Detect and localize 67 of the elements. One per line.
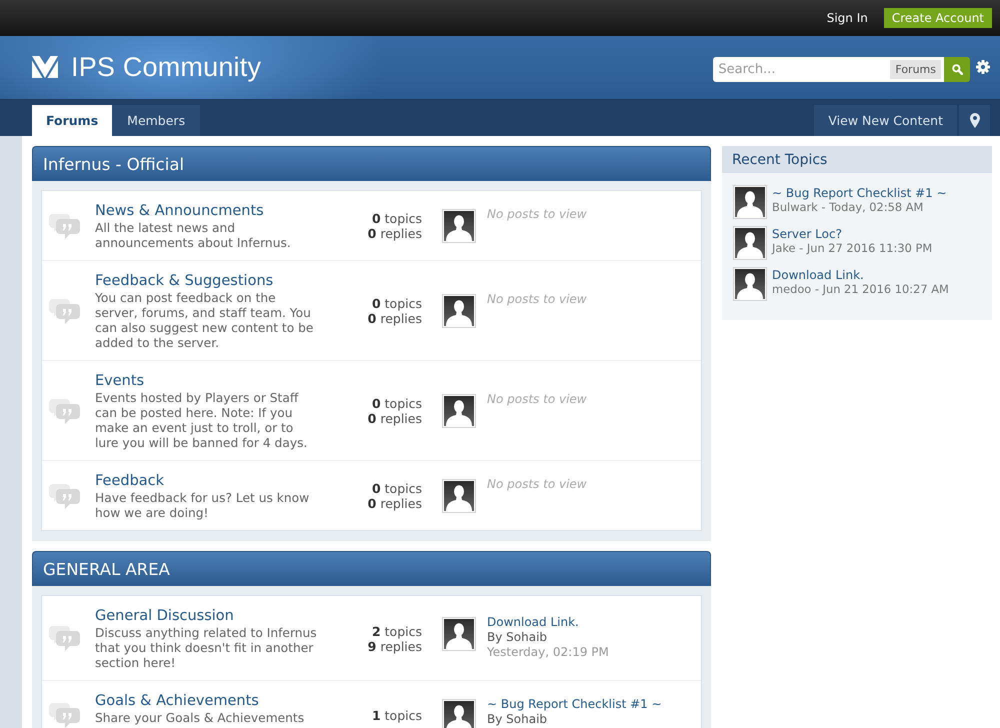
reply-count: 0 replies	[368, 311, 422, 326]
user-silhouette-icon	[442, 209, 476, 243]
reply-count: 0 replies	[368, 496, 422, 511]
speech-bubbles-icon	[49, 298, 80, 324]
last-post-time: Yesterday, 02:19 PM	[487, 645, 609, 660]
forum-description: Discuss anything related to Infernus that you think doesn't fit in another section here!	[95, 626, 317, 671]
settings-icon[interactable]	[976, 60, 990, 74]
topic-count: 0 topics	[372, 481, 422, 496]
topic-link[interactable]: Download Link.	[772, 268, 864, 282]
forum-title[interactable]: General Discussion	[95, 606, 234, 626]
forum-description: Have feedback for us? Let us know how we are doing!	[95, 491, 310, 521]
search-field[interactable]: Search...	[713, 56, 890, 82]
search-icon	[952, 64, 962, 74]
search-scope-button[interactable]: Forums	[890, 56, 944, 82]
nav-link[interactable]: View New Content	[814, 105, 957, 136]
category-header: GENERAL AREA	[32, 551, 711, 586]
last-post-author: By Sohaib	[487, 712, 548, 726]
no-posts-text: No posts to view	[487, 392, 587, 407]
topic-meta: medoo - Jun 21 2016 10:27 AM	[772, 282, 949, 296]
reply-count: 0 replies	[368, 411, 422, 426]
user-silhouette-icon	[442, 479, 476, 513]
reply-count: 0 replies	[368, 226, 422, 241]
nav-tab[interactable]: Forums	[32, 105, 112, 136]
last-post-link[interactable]: ~ Bug Report Checklist #1 ~	[487, 696, 662, 712]
user-silhouette-icon	[733, 267, 767, 301]
forum-description: Events hosted by Players or Staff can be posted here. Note: If you make an event just to troll, or to lure you will be banned for 4 days.	[95, 391, 308, 451]
topic-meta: Jake - Jun 27 2016 11:30 PM	[772, 241, 932, 255]
speech-bubbles-icon	[49, 625, 80, 652]
map-pin-icon	[970, 113, 980, 128]
speech-bubbles-icon	[49, 482, 80, 510]
speech-bubbles-icon	[49, 212, 80, 240]
nav-tab[interactable]: Members	[112, 105, 200, 136]
forum-title[interactable]: Feedback & Suggestions	[95, 271, 274, 291]
topic-count: 2 topics	[372, 624, 422, 638]
forum-description: All the latest news and announcements about Infernus.	[95, 221, 292, 251]
location-button[interactable]	[959, 105, 990, 136]
search-button[interactable]	[944, 56, 970, 82]
site-title[interactable]: IPS Community	[71, 52, 262, 82]
speech-bubbles-icon	[49, 398, 80, 424]
user-silhouette-icon	[442, 294, 476, 328]
user-silhouette-icon	[733, 226, 767, 260]
topic-count: 0 topics	[372, 396, 422, 411]
logo-icon[interactable]	[32, 56, 58, 78]
topic-link[interactable]: Server Loc?	[772, 227, 842, 241]
topic-count: 0 topics	[372, 211, 422, 226]
user-silhouette-icon	[733, 185, 767, 219]
forum-title[interactable]: Feedback	[95, 471, 164, 491]
forum-description: Share your Goals & Achievements	[95, 711, 306, 726]
reply-count: 9 replies	[368, 638, 422, 654]
last-post-link[interactable]: Download Link.	[487, 615, 579, 630]
last-post-author: By Sohaib	[487, 630, 548, 645]
forum-description: You can post feedback on the server, forums, and staff team. You can also suggest new content to be added to the server.	[95, 291, 314, 351]
sign-in-link[interactable]: Sign In	[826, 11, 868, 25]
topic-count: 0 topics	[372, 296, 422, 311]
topic-count: 1 topics	[372, 708, 422, 723]
user-silhouette-icon	[442, 617, 476, 651]
topic-meta: Bulwark - Today, 02:58 AM	[772, 200, 924, 214]
forum-title[interactable]: News & Announcments	[95, 201, 264, 221]
user-silhouette-icon	[442, 394, 476, 428]
category-header: Infernus - Official	[32, 146, 711, 181]
topic-link[interactable]: ~ Bug Report Checklist #1 ~	[772, 186, 947, 200]
no-posts-text: No posts to view	[487, 207, 587, 222]
forum-title[interactable]: Events	[95, 371, 144, 391]
panel-title: Recent Topics	[722, 146, 992, 173]
no-posts-text: No posts to view	[487, 477, 587, 492]
no-posts-text: No posts to view	[487, 292, 587, 307]
forum-title[interactable]: Goals & Achievements	[95, 691, 259, 711]
